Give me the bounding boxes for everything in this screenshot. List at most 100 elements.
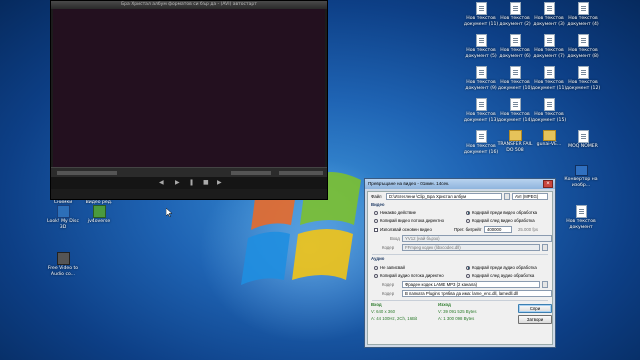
- prev-icon[interactable]: ◀: [159, 180, 165, 186]
- desktop-icon-label: Нов текстов документ (2): [499, 16, 531, 27]
- stop-icon[interactable]: ■: [203, 180, 209, 186]
- play-icon[interactable]: ▶: [175, 180, 181, 186]
- desktop-icon[interactable]: Free Video to Audio co...: [44, 252, 82, 277]
- video-conversion-dialog: Превръщане на видео - 01мин. 14сек. × Фа…: [364, 178, 556, 348]
- desktop-icon[interactable]: MOQ NOMER: [564, 130, 602, 150]
- document-icon: [543, 34, 555, 47]
- desktop-icon[interactable]: Нов текстов документ (11): [530, 66, 568, 91]
- output-info-title: Изход: [438, 302, 451, 307]
- input-info-title: Вход: [371, 302, 382, 307]
- document-icon: [509, 98, 521, 111]
- desktop-icon-label: Нов текстов документ: [566, 219, 596, 230]
- video-area[interactable]: [53, 9, 325, 167]
- desktop-icon-label: Нов текстов документ (10): [497, 80, 533, 91]
- fps-value: 25.000 fps: [518, 227, 539, 232]
- video-opt-encode-before[interactable]: Кодирай преди видео обработка: [466, 210, 537, 216]
- document-icon: [577, 66, 589, 79]
- desktop-icon-label: Нов текстов документ (7): [533, 48, 565, 59]
- desktop-icon-label: Нов текстов документ (15): [531, 112, 567, 123]
- desktop-icon-label: Конвертор на изобр...: [564, 177, 598, 188]
- desktop-icon[interactable]: Нов текстов документ (12): [564, 66, 602, 91]
- desktop-icon[interactable]: Нов текстов документ (8): [564, 34, 602, 59]
- document-icon: [475, 34, 487, 47]
- codec-label: Кодер: [382, 245, 395, 250]
- desktop-icon[interactable]: Нов текстов документ (7): [530, 34, 568, 59]
- input-video-info: V: 640 x 360: [371, 309, 395, 314]
- desktop-icon[interactable]: Нов текстов документ (13): [462, 98, 500, 123]
- video-opt-copy[interactable]: Копирай видео потока директно: [374, 218, 444, 224]
- mouse-cursor-icon: [166, 208, 172, 217]
- desktop-icon-label: MOQ NOMER: [568, 144, 598, 149]
- desktop-icon-label: Нов текстов документ (16): [463, 144, 499, 155]
- output-audio-info: A: 1 300 098 Bytes: [438, 316, 475, 321]
- desktop-icon-label: Нов текстов документ (14): [497, 112, 533, 123]
- media-player-window[interactable]: Бра Христал албум форматов си бър да - (…: [50, 0, 328, 200]
- desktop-icon-image: [56, 205, 70, 218]
- stop-button[interactable]: Спри: [518, 304, 552, 313]
- next-icon[interactable]: ▶: [217, 180, 223, 186]
- close-icon[interactable]: ×: [543, 180, 553, 188]
- desktop-icon-image: [92, 205, 106, 218]
- desktop-icon-label: Look! My Disc 3D: [47, 219, 79, 230]
- desktop-icon-label: Нов текстов документ (8): [567, 48, 599, 59]
- document-icon: [508, 130, 522, 141]
- desktop-icon[interactable]: Нов текстов документ (4): [564, 2, 602, 27]
- file-path-field[interactable]: D:\Изтеглени \Clip_Бра Христал албум: [386, 193, 502, 200]
- output-video-info: V: 39 091 525 Bytes: [438, 309, 477, 314]
- codec-select[interactable]: FFmpeg кодек (libxcodec.dll): [402, 244, 540, 251]
- desktop-icon-label: TRANSFER FAIL DO 508: [497, 142, 533, 153]
- desktop-icon[interactable]: jv4oversе: [80, 205, 118, 225]
- codec-settings-button[interactable]: [542, 244, 548, 251]
- document-icon: [577, 34, 589, 47]
- desktop-icon-label: Нов текстов документ (3): [533, 16, 565, 27]
- desktop-icon-label: gunai-VE...: [536, 142, 562, 147]
- document-icon: [577, 130, 589, 143]
- audio-codec-select[interactable]: Фраден кодек LAME MP3 (2 канала): [402, 281, 540, 288]
- audio-opt-copy[interactable]: Копирай аудио потока директно: [374, 273, 444, 279]
- desktop-icon[interactable]: Нов текстов документ (14): [496, 98, 534, 123]
- desktop-icon[interactable]: TRANSFER FAIL DO 508: [496, 130, 534, 153]
- desktop-icon[interactable]: Нов текстов документ (2): [496, 2, 534, 27]
- close-button[interactable]: Затвори: [518, 315, 552, 324]
- audio-opt-none[interactable]: Не записвай: [374, 265, 405, 271]
- video-opt-none[interactable]: Никакво действие: [374, 210, 416, 216]
- desktop-icon[interactable]: Нов текстов документ (9): [462, 66, 500, 91]
- desktop-icon[interactable]: gunai-VE...: [530, 130, 568, 148]
- document-icon: [543, 2, 555, 15]
- browse-button[interactable]: [504, 193, 510, 200]
- document-icon: [577, 2, 589, 15]
- input-label: Вход: [390, 236, 400, 241]
- desktop-icon[interactable]: Нов текстов документ (16): [462, 130, 500, 155]
- desktop-icon[interactable]: Нов текстов документ (6): [496, 34, 534, 59]
- video-opt-encode-after[interactable]: Кодирай след видео обработка: [466, 218, 535, 224]
- seek-bar[interactable]: [51, 167, 327, 177]
- desktop-icon[interactable]: Конвертор на изобр...: [562, 165, 600, 188]
- desktop-icon[interactable]: Нов текстов документ (11): [462, 2, 500, 27]
- player-title: Бра Христал албум форматов си бър да - (…: [51, 1, 327, 9]
- audio-opt-encode-after[interactable]: Кодирай след аудио обработка: [466, 273, 534, 279]
- document-icon: [543, 66, 555, 79]
- desktop-icon-label: Нов текстов документ (5): [465, 48, 497, 59]
- audio-settings-button[interactable]: [542, 281, 548, 288]
- pause-icon[interactable]: ❚: [189, 180, 195, 186]
- separator: [372, 300, 548, 301]
- format-select[interactable]: AVI (MPEG): [512, 193, 548, 200]
- input-format-select[interactable]: YV12 (най бързо): [402, 235, 552, 242]
- dialog-body: Файл D:\Изтеглени \Clip_Бра Христал албу…: [367, 191, 553, 345]
- desktop-icon[interactable]: Нов текстов документ: [562, 205, 600, 230]
- input-audio-info: A: 44 100Hz, 2Ch, 16Bit: [371, 316, 418, 321]
- separator: [372, 254, 548, 255]
- desktop-icon-label: Нов текстов документ (6): [499, 48, 531, 59]
- desktop-icon[interactable]: Нов текстов документ (10): [496, 66, 534, 91]
- video-group-title: Видео: [371, 202, 385, 207]
- audio-opt-encode-before[interactable]: Кодирай преди аудио обработка: [466, 265, 537, 271]
- audio-codec-label: Кодер: [382, 282, 395, 287]
- desktop-icon-label: Нов текстов документ (11): [531, 80, 567, 91]
- document-icon: [575, 205, 587, 218]
- video-main-checkbox[interactable]: Използвай основен видео: [374, 227, 432, 233]
- desktop-icon[interactable]: Нов текстов документ (5): [462, 34, 500, 59]
- desktop-icon[interactable]: Нов текстов документ (3): [530, 2, 568, 27]
- bitrate-field[interactable]: 400000: [484, 226, 512, 233]
- desktop-icon[interactable]: Нов текстов документ (15): [530, 98, 568, 123]
- desktop-icon[interactable]: Look! My Disc 3D: [44, 205, 82, 230]
